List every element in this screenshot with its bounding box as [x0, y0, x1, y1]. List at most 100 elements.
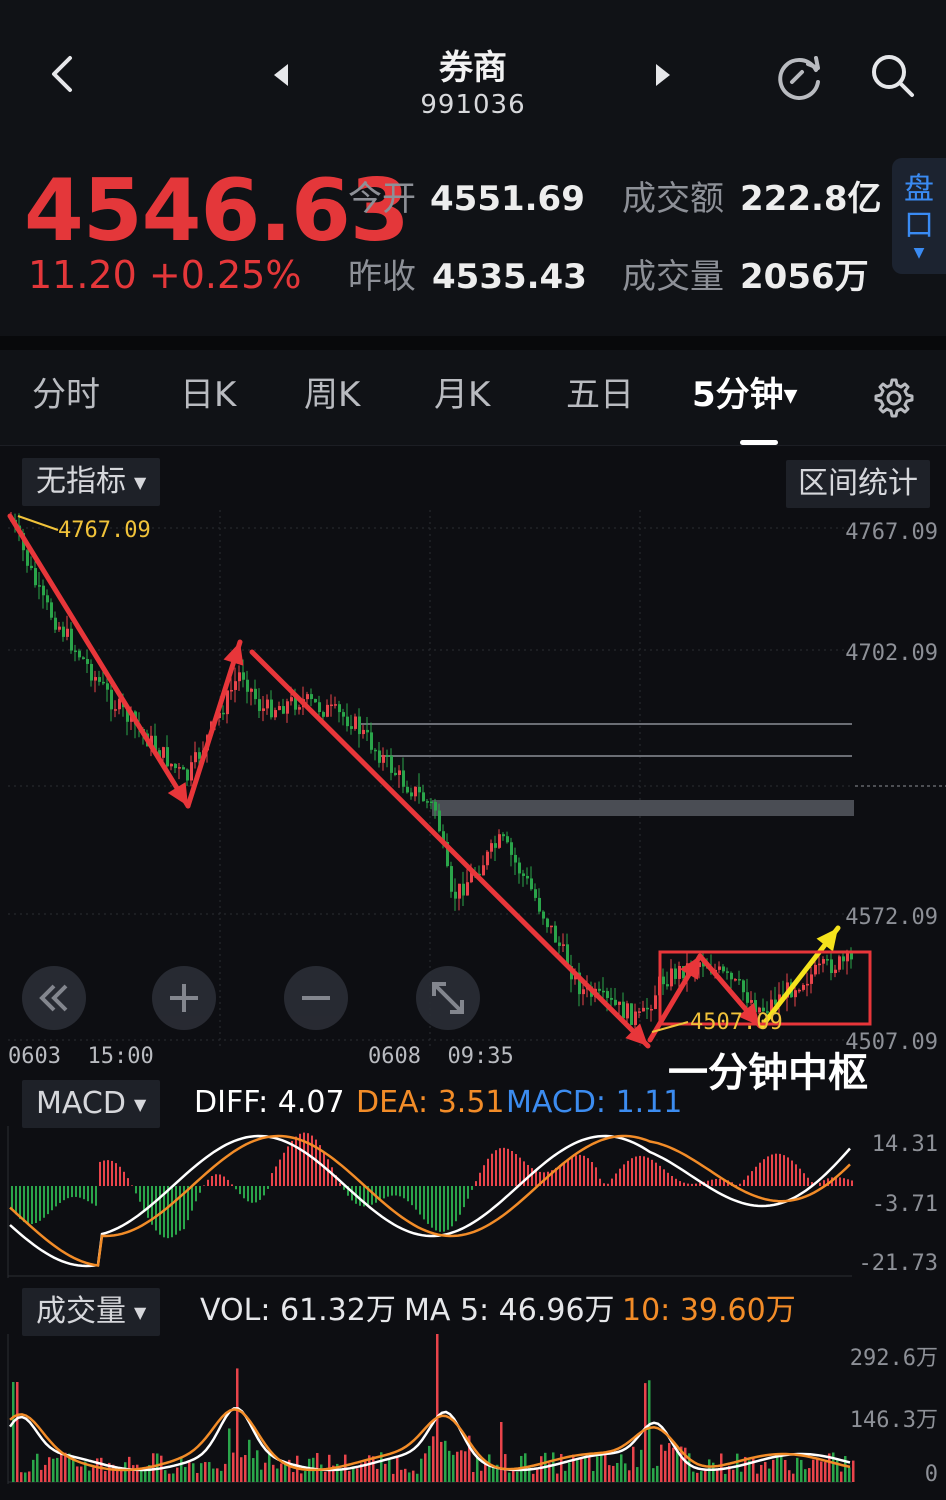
volume-bar — [324, 1471, 327, 1482]
volume-selector[interactable]: 成交量 ▼ — [22, 1288, 161, 1336]
indicator-selector-label: 无指标 — [36, 464, 126, 499]
candle-body — [230, 689, 233, 692]
candle-body — [370, 732, 373, 750]
candle-body — [850, 952, 853, 960]
volume-bar — [200, 1463, 203, 1482]
volume-bar — [600, 1454, 603, 1482]
volume-bar — [212, 1468, 215, 1482]
tab-five-day[interactable]: 五日 — [566, 378, 634, 412]
search-icon[interactable] — [866, 50, 920, 100]
level-band — [432, 800, 854, 816]
previous-stock-icon[interactable] — [270, 62, 292, 88]
caret-down-icon: ▼ — [783, 385, 798, 407]
volume-bar — [604, 1453, 607, 1482]
candle-body — [110, 689, 113, 710]
candle-body — [718, 966, 721, 970]
volume-bar — [696, 1472, 699, 1482]
open-value: 4551.69 — [430, 179, 585, 219]
fullscreen-button[interactable] — [416, 966, 480, 1030]
volume-y-label-top: 292.6万 — [849, 1346, 938, 1371]
candle-body — [246, 679, 249, 692]
next-stock-icon[interactable] — [652, 62, 674, 88]
double-chevron-left-icon — [39, 984, 68, 1012]
candle-body — [34, 568, 37, 586]
candle-body — [414, 786, 417, 797]
candle-body — [666, 984, 669, 987]
tab-monthly-k[interactable]: 月K — [434, 378, 490, 412]
volume-bar — [452, 1454, 455, 1482]
volume-bar — [348, 1470, 351, 1482]
volume-chart — [7, 1334, 855, 1484]
volume-bar — [48, 1457, 51, 1482]
tab-intraday[interactable]: 分时 — [32, 378, 100, 412]
volume-bar — [384, 1463, 387, 1482]
candle-body — [798, 989, 801, 992]
candle-body — [426, 801, 429, 803]
volume-bar — [796, 1457, 799, 1482]
candle-body — [198, 752, 201, 759]
volume-bar — [516, 1471, 519, 1482]
candle-body — [598, 988, 601, 991]
volume-bar — [376, 1468, 379, 1482]
zoom-out-button[interactable] — [284, 966, 348, 1030]
scroll-left-button[interactable] — [22, 966, 86, 1030]
volume-bar — [176, 1467, 179, 1482]
candle-body — [62, 626, 65, 637]
caret-down-icon: ▼ — [134, 1302, 147, 1322]
candle-body — [810, 974, 813, 984]
candle-body — [730, 972, 733, 980]
volume-bar — [292, 1472, 295, 1482]
candle-body — [222, 712, 225, 715]
candle-body — [102, 681, 105, 684]
candle-body — [274, 710, 277, 718]
time-label-start: 0603 15:00 — [8, 1044, 154, 1069]
gear-icon[interactable] — [870, 376, 914, 420]
volume-bar — [648, 1380, 651, 1482]
tab-daily-k[interactable]: 日K — [180, 378, 236, 412]
volume-bar — [404, 1468, 407, 1482]
tab-5min[interactable]: 5分钟▼ — [692, 378, 798, 412]
candle-body — [806, 983, 809, 986]
candle-body — [46, 595, 49, 603]
volume-bar — [208, 1462, 211, 1482]
candle-body — [66, 628, 69, 637]
indicator-selector[interactable]: 无指标 ▼ — [22, 458, 161, 506]
candle-body — [462, 883, 465, 896]
macd-selector[interactable]: MACD ▼ — [22, 1080, 161, 1128]
volume-bar — [704, 1469, 707, 1482]
volume-bar — [216, 1468, 219, 1482]
volume-bar — [260, 1469, 263, 1482]
order-book-toggle[interactable]: 盘口 ▼ — [892, 158, 946, 274]
candle-body — [618, 1001, 621, 1005]
volume-bar — [440, 1441, 443, 1482]
volume-bar — [692, 1471, 695, 1482]
volume-bar — [624, 1463, 627, 1482]
volume-bar — [456, 1451, 459, 1482]
volume-bar — [272, 1464, 275, 1482]
volume-bar — [304, 1470, 307, 1482]
volume-bar — [812, 1459, 815, 1482]
volume-bar — [764, 1461, 767, 1482]
candle-body — [330, 704, 333, 707]
volume-bar — [568, 1462, 571, 1482]
candle-body — [438, 810, 441, 832]
back-chevron-icon[interactable] — [42, 52, 82, 96]
candle-body — [298, 707, 301, 710]
volume-bar — [508, 1472, 511, 1482]
volume-bar — [784, 1459, 787, 1482]
volume-bar — [424, 1453, 427, 1482]
tab-weekly-k[interactable]: 周K — [304, 378, 360, 412]
volume-bar — [652, 1468, 655, 1482]
y-axis-label-top: 4767.09 — [845, 520, 938, 545]
macd-diff-value: DIFF: 4.07 — [194, 1085, 345, 1120]
candle-body — [722, 966, 725, 972]
range-stats-button[interactable]: 区间统计 — [786, 460, 930, 508]
candle-body — [398, 770, 401, 776]
candle-body — [506, 836, 509, 843]
macd-diff-line — [9, 1134, 851, 1268]
refresh-icon[interactable] — [772, 52, 826, 102]
candle-body — [510, 842, 513, 855]
zoom-in-button[interactable] — [152, 966, 216, 1030]
candle-body — [530, 878, 533, 890]
candle-body — [310, 694, 313, 700]
